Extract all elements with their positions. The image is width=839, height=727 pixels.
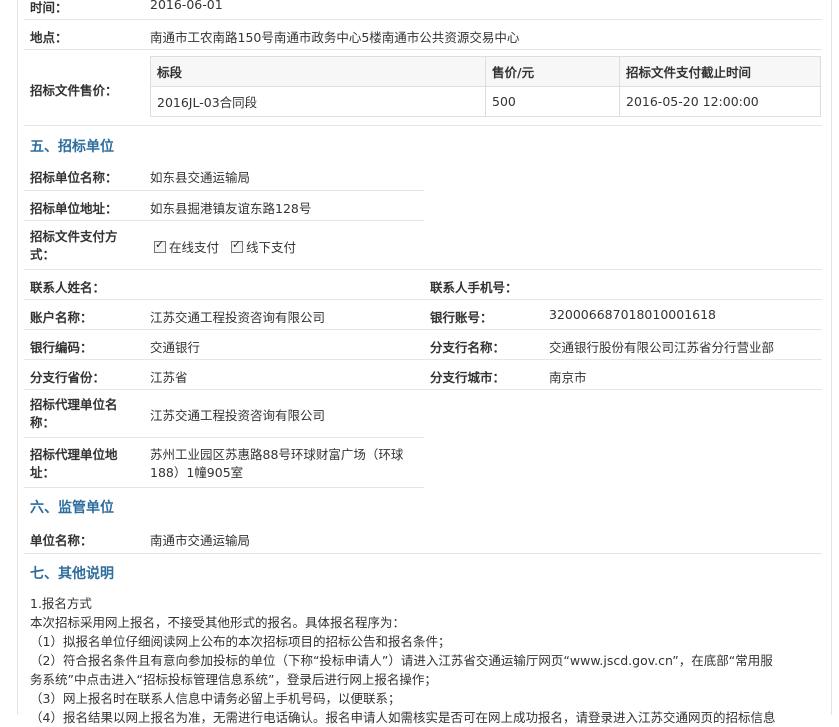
pay-offline-option[interactable]: 线下支付 <box>231 237 296 256</box>
pay-method-label-line2: 式： <box>30 247 56 262</box>
divider <box>24 437 424 438</box>
divider <box>24 269 822 270</box>
agent-addr-value-line2: 188）1幢905室 <box>150 465 244 480</box>
note-line: （4）报名结果以网上报名为准，无需进行电话确认。报名申请人如需核实是否可在网上成… <box>30 710 776 725</box>
cell-price: 500 <box>485 86 620 117</box>
cell-section: 2016JL-03合同段 <box>150 86 486 117</box>
branch-province-value: 江苏省 <box>150 370 188 385</box>
tenderer-addr-label: 招标单位地址： <box>30 201 118 216</box>
pay-method-label-line1: 招标文件支付方 <box>30 229 118 244</box>
agent-addr-label-line2: 址： <box>30 465 56 480</box>
divider <box>24 19 822 20</box>
agent-name-label: 招标代理单位名 称： <box>30 396 118 432</box>
pay-online-text: 在线支付 <box>169 240 220 255</box>
sale-table-header: 标段 售价/元 招标文件支付截止时间 <box>150 56 821 87</box>
tender-notice-page: 时间： 2016-06-01 地点： 南通市工农南路150号南通市政务中心5楼南… <box>0 0 839 725</box>
bank-code-label: 银行编码： <box>30 340 93 355</box>
time-label: 时间： <box>30 0 68 15</box>
time-value: 2016-06-01 <box>150 0 223 12</box>
supervisor-unit-label: 单位名称： <box>30 533 93 548</box>
note-line: （2）符合报名条件且有意向参加投标的单位（下称“投标申请人”）请进入江苏省交通运… <box>30 653 773 668</box>
place-value: 南通市工农南路150号南通市政务中心5楼南通市公共资源交易中心 <box>150 30 520 45</box>
sale-label: 招标文件售价： <box>30 83 118 98</box>
tenderer-name-label: 招标单位名称： <box>30 170 118 185</box>
branch-city-label: 分支行城市： <box>430 370 506 385</box>
pay-method-label: 招标文件支付方 式： <box>30 228 118 264</box>
divider <box>24 389 822 390</box>
contact-phone-label: 联系人手机号： <box>430 280 518 295</box>
note-line: （1）拟报名单位仔细阅读网上公布的本次招标项目的招标公告和报名条件； <box>30 634 451 649</box>
account-name-value: 江苏交通工程投资咨询有限公司 <box>150 310 326 325</box>
bank-code-value: 交通银行 <box>150 340 201 355</box>
header-section: 标段 <box>150 56 486 87</box>
branch-name-value: 交通银行股份有限公司江苏省分行营业部 <box>549 340 775 355</box>
right-border <box>831 0 832 715</box>
divider <box>24 359 822 360</box>
sale-table: 标段 售价/元 招标文件支付截止时间 2016JL-03合同段 500 2016… <box>150 56 821 117</box>
note-line: 务系统”中点击进入“招标投标管理信息系统”，登录后进行网上报名操作； <box>30 672 437 687</box>
other-notes: 1.报名方式 本次招标采用网上报名，不接受其他形式的报名。具体报名程序为： （1… <box>30 594 820 727</box>
checkbox-checked-icon[interactable] <box>154 238 166 253</box>
divider <box>24 220 424 221</box>
header-deadline: 招标文件支付截止时间 <box>619 56 821 87</box>
agent-addr-label-line1: 招标代理单位地 <box>30 447 118 462</box>
branch-name-label: 分支行名称： <box>430 340 506 355</box>
divider <box>24 299 822 300</box>
left-border <box>17 0 18 715</box>
divider <box>24 553 822 554</box>
agent-name-label-line1: 招标代理单位名 <box>30 397 118 412</box>
agent-name-value: 江苏交通工程投资咨询有限公司 <box>150 408 326 423</box>
note-line: 1.报名方式 <box>30 596 92 611</box>
tenderer-name-value: 如东县交通运输局 <box>150 170 251 185</box>
divider <box>24 487 424 488</box>
agent-name-label-line2: 称： <box>30 415 56 430</box>
contact-name-label: 联系人姓名： <box>30 280 106 295</box>
branch-province-label: 分支行省份： <box>30 370 106 385</box>
cell-deadline: 2016-05-20 12:00:00 <box>619 86 821 117</box>
supervisor-unit-value: 南通市交通运输局 <box>150 533 251 548</box>
tenderer-addr-value: 如东县掘港镇友谊东路128号 <box>150 201 312 216</box>
header-price: 售价/元 <box>485 56 620 87</box>
table-row: 2016JL-03合同段 500 2016-05-20 12:00:00 <box>150 86 821 117</box>
branch-city-value: 南京市 <box>549 370 587 385</box>
note-line: （3）网上报名时在联系人信息中请务必留上手机号码，以便联系； <box>30 691 401 706</box>
agent-addr-value-line1: 苏州工业园区苏惠路88号环球财富广场（环球 <box>150 447 404 462</box>
note-line: 本次招标采用网上报名，不接受其他形式的报名。具体报名程序为： <box>30 615 406 630</box>
checkbox-checked-icon[interactable] <box>231 238 243 253</box>
agent-addr-value: 苏州工业园区苏惠路88号环球财富广场（环球 188）1幢905室 <box>150 446 403 482</box>
pay-offline-text: 线下支付 <box>246 240 297 255</box>
pay-online-option[interactable]: 在线支付 <box>154 237 219 256</box>
place-label: 地点： <box>30 30 68 45</box>
bank-account-value: 32000668701801000161​8 <box>549 307 717 322</box>
agent-addr-label: 招标代理单位地 址： <box>30 446 118 482</box>
divider <box>24 125 822 126</box>
divider <box>24 49 822 50</box>
section7-title: 七、其他说明 <box>30 566 114 582</box>
bank-account-label: 银行账号： <box>430 310 493 325</box>
divider <box>24 329 822 330</box>
section6-title: 六、监管单位 <box>30 500 114 516</box>
account-name-label: 账户名称： <box>30 310 93 325</box>
divider <box>24 190 424 191</box>
section5-title: 五、招标单位 <box>30 139 114 155</box>
